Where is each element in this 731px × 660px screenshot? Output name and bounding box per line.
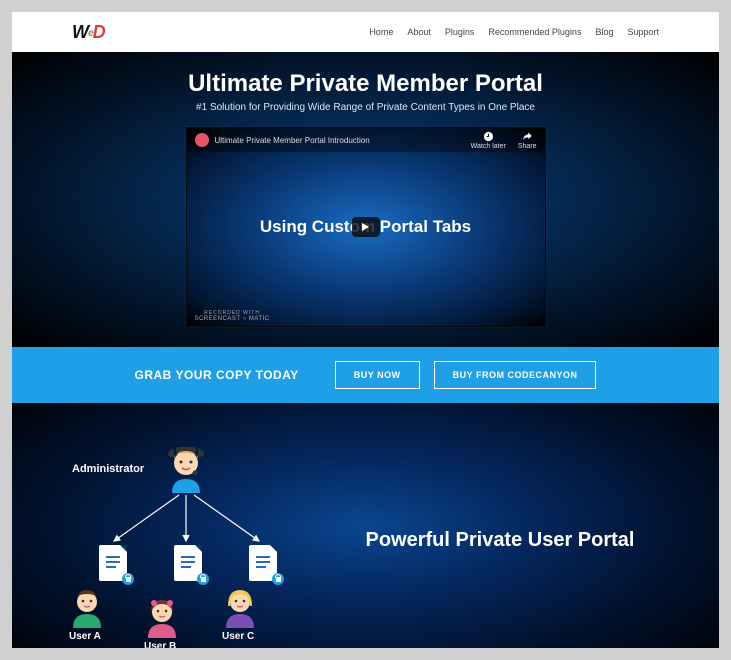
nav-plugins[interactable]: Plugins xyxy=(445,27,475,37)
play-button[interactable] xyxy=(352,217,380,237)
feature-title: Powerful Private User Portal xyxy=(366,529,635,552)
buy-codecanyon-button[interactable]: BUY FROM CODECANYON xyxy=(434,361,597,389)
hero-section: Ultimate Private Member Portal #1 Soluti… xyxy=(12,52,719,347)
hero-subtitle: #1 Solution for Providing Wide Range of … xyxy=(12,102,719,113)
feature-diagram: Administrator xyxy=(12,403,366,648)
site-logo[interactable]: WeD xyxy=(72,22,105,43)
share-button[interactable]: Share xyxy=(518,131,537,150)
watch-later-button[interactable]: Watch later xyxy=(471,131,506,150)
hero-title: Ultimate Private Member Portal xyxy=(12,70,719,98)
user-b-avatar-icon xyxy=(142,598,182,638)
user-a-label: User A xyxy=(69,631,101,642)
site-header: WeD Home About Plugins Recommended Plugi… xyxy=(12,12,719,52)
user-c-avatar-icon xyxy=(220,588,260,628)
share-icon xyxy=(522,131,533,142)
user-a-avatar-icon xyxy=(67,588,107,628)
main-nav: Home About Plugins Recommended Plugins B… xyxy=(369,27,659,37)
document-lock-icon xyxy=(172,543,206,583)
buy-now-button[interactable]: BUY NOW xyxy=(335,361,420,389)
administrator-avatar-icon xyxy=(162,445,210,493)
nav-about[interactable]: About xyxy=(407,27,431,37)
nav-home[interactable]: Home xyxy=(369,27,393,37)
video-title: Ultimate Private Member Portal Introduct… xyxy=(215,136,370,145)
nav-blog[interactable]: Blog xyxy=(595,27,613,37)
administrator-label: Administrator xyxy=(72,463,144,475)
clock-icon xyxy=(483,131,494,142)
channel-avatar-icon[interactable] xyxy=(195,133,209,147)
user-b-label: User B xyxy=(144,641,176,648)
video-watermark: RECORDED WITH SCREENCAST ○ MATIC xyxy=(195,310,270,322)
video-player[interactable]: Ultimate Private Member Portal Introduct… xyxy=(186,127,546,327)
document-lock-icon xyxy=(247,543,281,583)
nav-recommended-plugins[interactable]: Recommended Plugins xyxy=(488,27,581,37)
cta-bar: GRAB YOUR COPY TODAY BUY NOW BUY FROM CO… xyxy=(12,347,719,403)
feature-section: Administrator xyxy=(12,403,719,648)
video-top-bar: Ultimate Private Member Portal Introduct… xyxy=(187,128,545,152)
user-c-label: User C xyxy=(222,631,254,642)
cta-label: GRAB YOUR COPY TODAY xyxy=(135,368,299,382)
document-lock-icon xyxy=(97,543,131,583)
nav-support[interactable]: Support xyxy=(627,27,659,37)
